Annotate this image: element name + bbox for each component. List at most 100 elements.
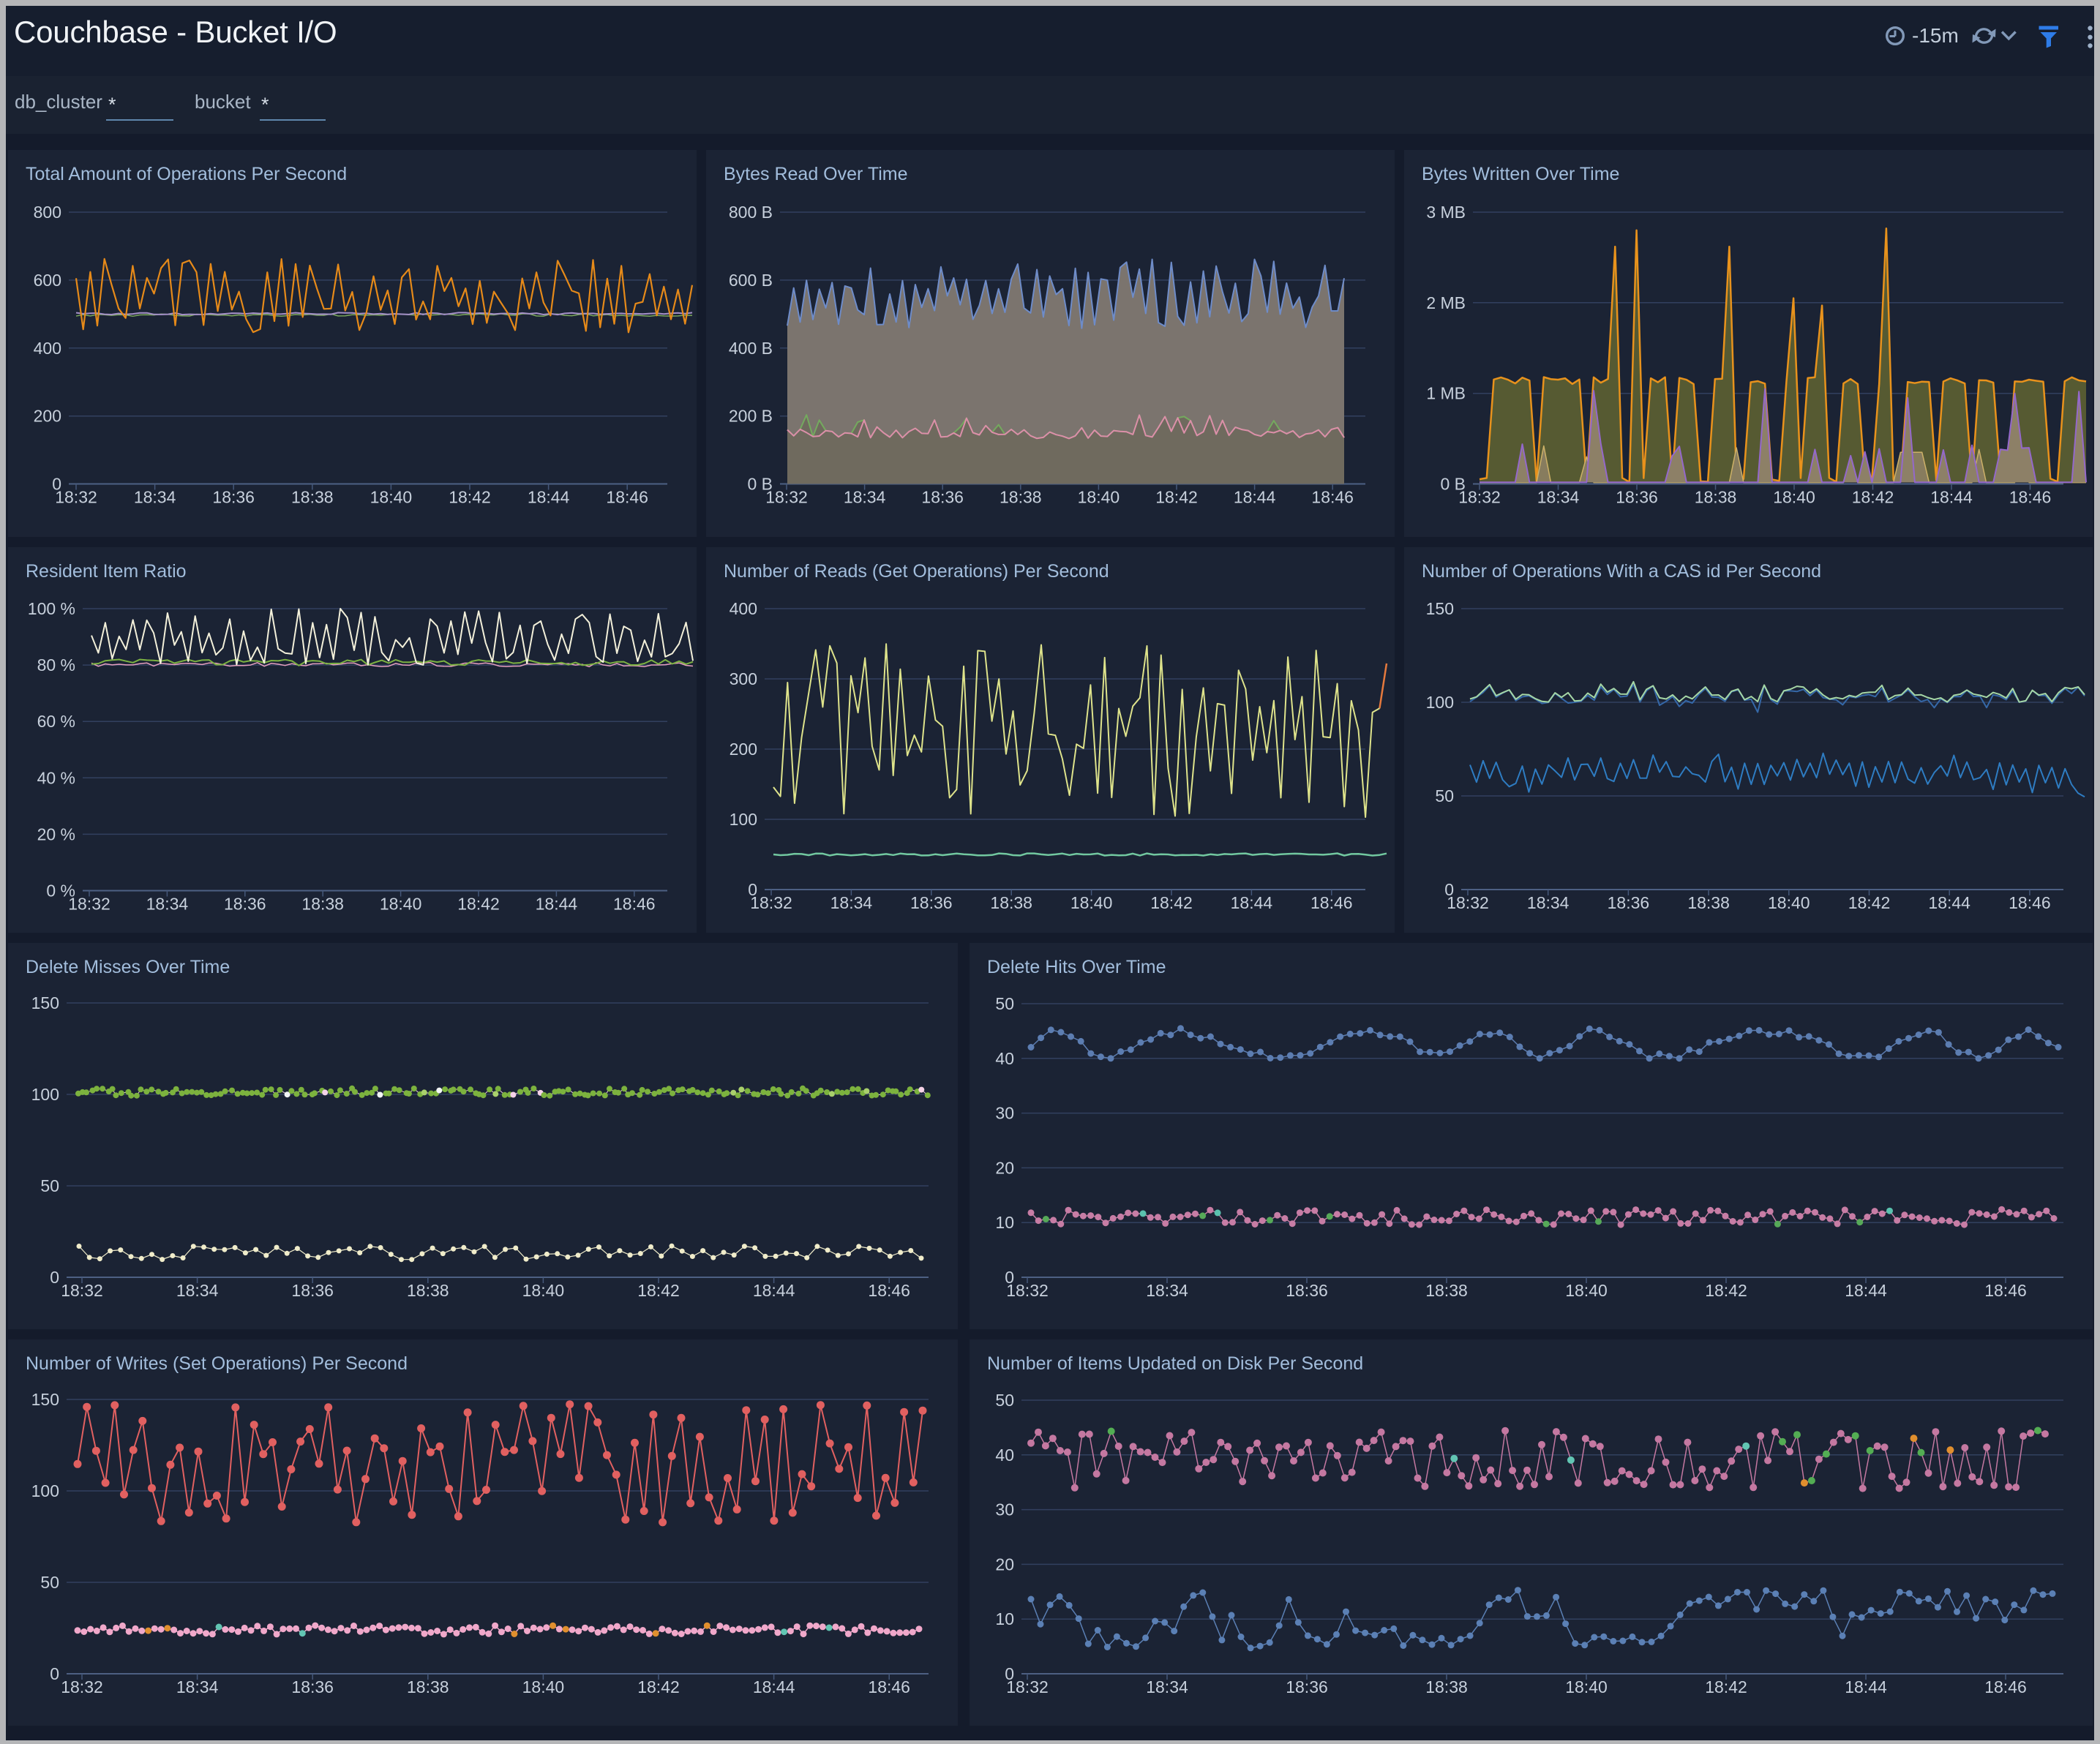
svg-text:80 %: 80 % xyxy=(37,655,75,674)
svg-text:18:46: 18:46 xyxy=(2009,893,2051,912)
svg-text:600 B: 600 B xyxy=(729,271,773,290)
svg-text:18:40: 18:40 xyxy=(1768,893,1810,912)
svg-text:800: 800 xyxy=(34,203,61,222)
svg-text:18:38: 18:38 xyxy=(301,895,344,914)
svg-text:18:34: 18:34 xyxy=(1537,488,1580,507)
svg-text:Number of Operations With a CA: Number of Operations With a CAS id Per S… xyxy=(1422,561,1821,582)
svg-text:30: 30 xyxy=(995,1104,1014,1123)
svg-text:18:46: 18:46 xyxy=(1310,893,1353,912)
svg-text:Delete Misses Over Time: Delete Misses Over Time xyxy=(26,957,230,977)
svg-text:18:32: 18:32 xyxy=(68,895,110,914)
svg-text:Number of Reads (Get Operation: Number of Reads (Get Operations) Per Sec… xyxy=(724,561,1109,582)
svg-text:18:34: 18:34 xyxy=(134,488,176,507)
svg-text:40 %: 40 % xyxy=(37,768,75,787)
svg-text:18:38: 18:38 xyxy=(1687,893,1730,912)
svg-text:18:44: 18:44 xyxy=(1845,1281,1887,1300)
svg-text:Number of Items Updated on Dis: Number of Items Updated on Disk Per Seco… xyxy=(987,1353,1363,1374)
svg-text:30: 30 xyxy=(995,1500,1014,1519)
svg-text:20: 20 xyxy=(995,1158,1014,1177)
svg-text:18:46: 18:46 xyxy=(613,895,656,914)
svg-text:18:32: 18:32 xyxy=(1006,1281,1049,1300)
svg-text:Number of Writes (Set Operatio: Number of Writes (Set Operations) Per Se… xyxy=(26,1353,408,1374)
svg-text:10: 10 xyxy=(995,1213,1014,1232)
svg-text:18:34: 18:34 xyxy=(1146,1677,1188,1696)
svg-text:100: 100 xyxy=(31,1085,59,1104)
svg-text:18:40: 18:40 xyxy=(1565,1677,1608,1696)
svg-text:18:36: 18:36 xyxy=(224,895,266,914)
svg-text:300: 300 xyxy=(730,669,757,688)
svg-text:2 MB: 2 MB xyxy=(1426,293,1466,312)
svg-text:18:38: 18:38 xyxy=(990,893,1032,912)
svg-text:18:34: 18:34 xyxy=(1146,1281,1188,1300)
svg-text:18:36: 18:36 xyxy=(1608,893,1650,912)
svg-text:18:46: 18:46 xyxy=(1311,488,1354,507)
svg-text:50: 50 xyxy=(1435,786,1454,805)
svg-text:400: 400 xyxy=(730,599,757,618)
svg-text:18:34: 18:34 xyxy=(176,1677,219,1696)
svg-text:18:40: 18:40 xyxy=(522,1677,565,1696)
svg-text:18:40: 18:40 xyxy=(370,488,413,507)
svg-text:60 %: 60 % xyxy=(37,712,75,731)
svg-text:18:32: 18:32 xyxy=(55,488,97,507)
svg-text:50: 50 xyxy=(40,1176,59,1195)
svg-text:0: 0 xyxy=(50,1664,59,1683)
svg-text:40: 40 xyxy=(995,1049,1014,1068)
svg-text:18:38: 18:38 xyxy=(1425,1281,1468,1300)
svg-text:18:40: 18:40 xyxy=(1070,893,1113,912)
svg-text:18:40: 18:40 xyxy=(1773,488,1815,507)
svg-text:20 %: 20 % xyxy=(37,824,75,843)
svg-text:18:32: 18:32 xyxy=(1447,893,1489,912)
svg-text:18:42: 18:42 xyxy=(1155,488,1198,507)
svg-text:18:46: 18:46 xyxy=(1984,1677,2027,1696)
svg-text:18:44: 18:44 xyxy=(536,895,578,914)
svg-text:18:36: 18:36 xyxy=(1616,488,1658,507)
svg-text:400 B: 400 B xyxy=(729,339,773,358)
svg-text:800 B: 800 B xyxy=(729,203,773,222)
svg-text:18:42: 18:42 xyxy=(1848,893,1891,912)
svg-text:18:40: 18:40 xyxy=(1078,488,1120,507)
svg-text:18:36: 18:36 xyxy=(291,1281,334,1300)
svg-text:20: 20 xyxy=(995,1555,1014,1574)
svg-text:1 MB: 1 MB xyxy=(1426,384,1466,403)
svg-text:3 MB: 3 MB xyxy=(1426,203,1466,222)
svg-text:150: 150 xyxy=(31,1390,59,1409)
svg-text:100: 100 xyxy=(730,810,757,829)
svg-text:18:34: 18:34 xyxy=(146,895,189,914)
svg-text:Resident Item Ratio: Resident Item Ratio xyxy=(26,561,187,582)
svg-text:18:44: 18:44 xyxy=(528,488,570,507)
svg-text:600: 600 xyxy=(34,271,61,290)
svg-text:18:42: 18:42 xyxy=(1852,488,1894,507)
svg-text:18:44: 18:44 xyxy=(1930,488,1973,507)
svg-text:18:44: 18:44 xyxy=(753,1281,795,1300)
svg-text:Total Amount of Operations Per: Total Amount of Operations Per Second xyxy=(26,164,347,184)
svg-text:18:42: 18:42 xyxy=(449,488,491,507)
svg-text:18:32: 18:32 xyxy=(61,1677,103,1696)
svg-text:18:38: 18:38 xyxy=(1425,1677,1468,1696)
svg-text:150: 150 xyxy=(1426,599,1454,618)
svg-text:100: 100 xyxy=(31,1481,59,1500)
svg-text:18:44: 18:44 xyxy=(1231,893,1273,912)
svg-text:18:42: 18:42 xyxy=(1150,893,1193,912)
svg-text:18:42: 18:42 xyxy=(1705,1281,1747,1300)
svg-text:400: 400 xyxy=(34,339,61,358)
svg-text:50: 50 xyxy=(40,1573,59,1592)
svg-text:18:38: 18:38 xyxy=(291,488,334,507)
svg-text:18:34: 18:34 xyxy=(844,488,886,507)
svg-text:100 %: 100 % xyxy=(28,599,75,618)
svg-text:50: 50 xyxy=(995,1391,1014,1410)
svg-text:40: 40 xyxy=(995,1446,1014,1465)
svg-text:18:36: 18:36 xyxy=(1286,1281,1328,1300)
svg-text:10: 10 xyxy=(995,1609,1014,1628)
svg-text:18:32: 18:32 xyxy=(1458,488,1501,507)
svg-text:18:44: 18:44 xyxy=(753,1677,795,1696)
svg-text:18:40: 18:40 xyxy=(1565,1281,1608,1300)
svg-text:18:44: 18:44 xyxy=(1845,1677,1887,1696)
svg-text:18:46: 18:46 xyxy=(868,1281,910,1300)
svg-text:18:38: 18:38 xyxy=(407,1677,449,1696)
svg-text:18:46: 18:46 xyxy=(2009,488,2052,507)
svg-text:18:40: 18:40 xyxy=(380,895,422,914)
svg-text:18:36: 18:36 xyxy=(1286,1677,1328,1696)
svg-text:18:38: 18:38 xyxy=(1000,488,1042,507)
svg-text:18:42: 18:42 xyxy=(457,895,500,914)
svg-text:18:44: 18:44 xyxy=(1928,893,1970,912)
